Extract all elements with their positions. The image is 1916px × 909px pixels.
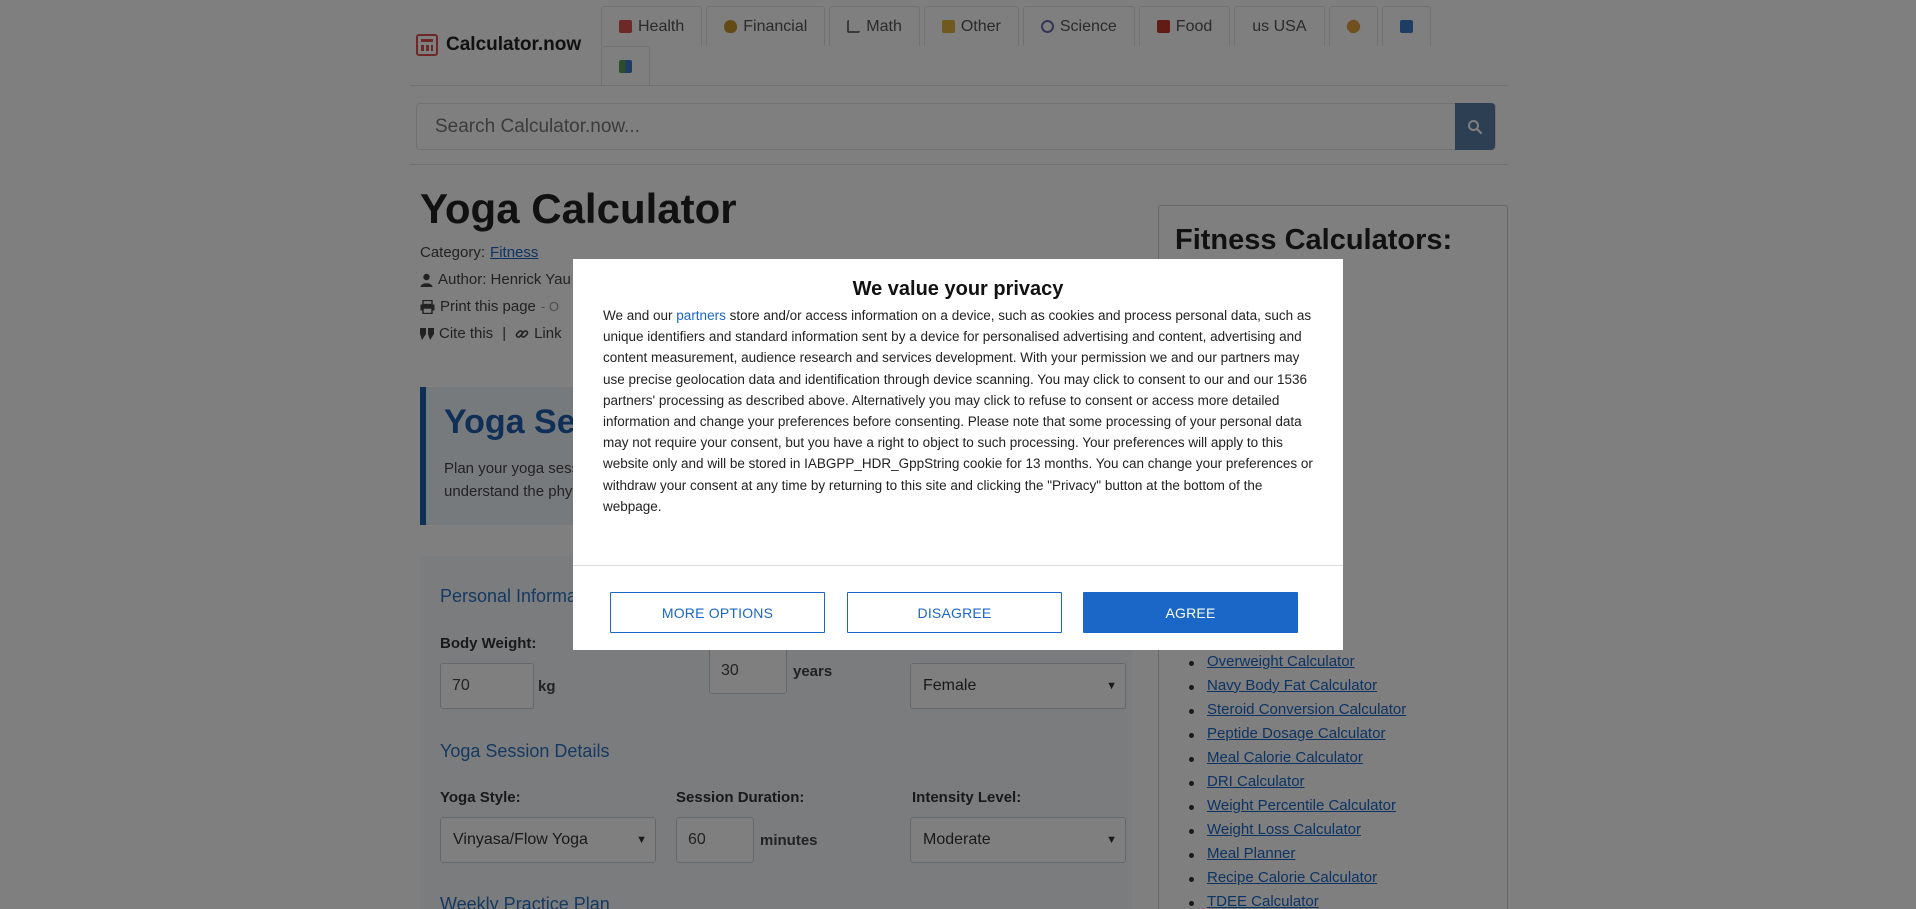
consent-dialog: We value your privacy We and our partner… [573, 259, 1343, 650]
partners-link[interactable]: partners [676, 308, 726, 323]
consent-text: We and our partners store and/or access … [603, 308, 1313, 514]
disagree-button[interactable]: DISAGREE [847, 592, 1062, 633]
more-options-button[interactable]: MORE OPTIONS [610, 592, 825, 633]
consent-title: We value your privacy [852, 278, 1064, 300]
agree-button[interactable]: AGREE [1083, 592, 1298, 633]
consent-divider [573, 565, 1343, 566]
